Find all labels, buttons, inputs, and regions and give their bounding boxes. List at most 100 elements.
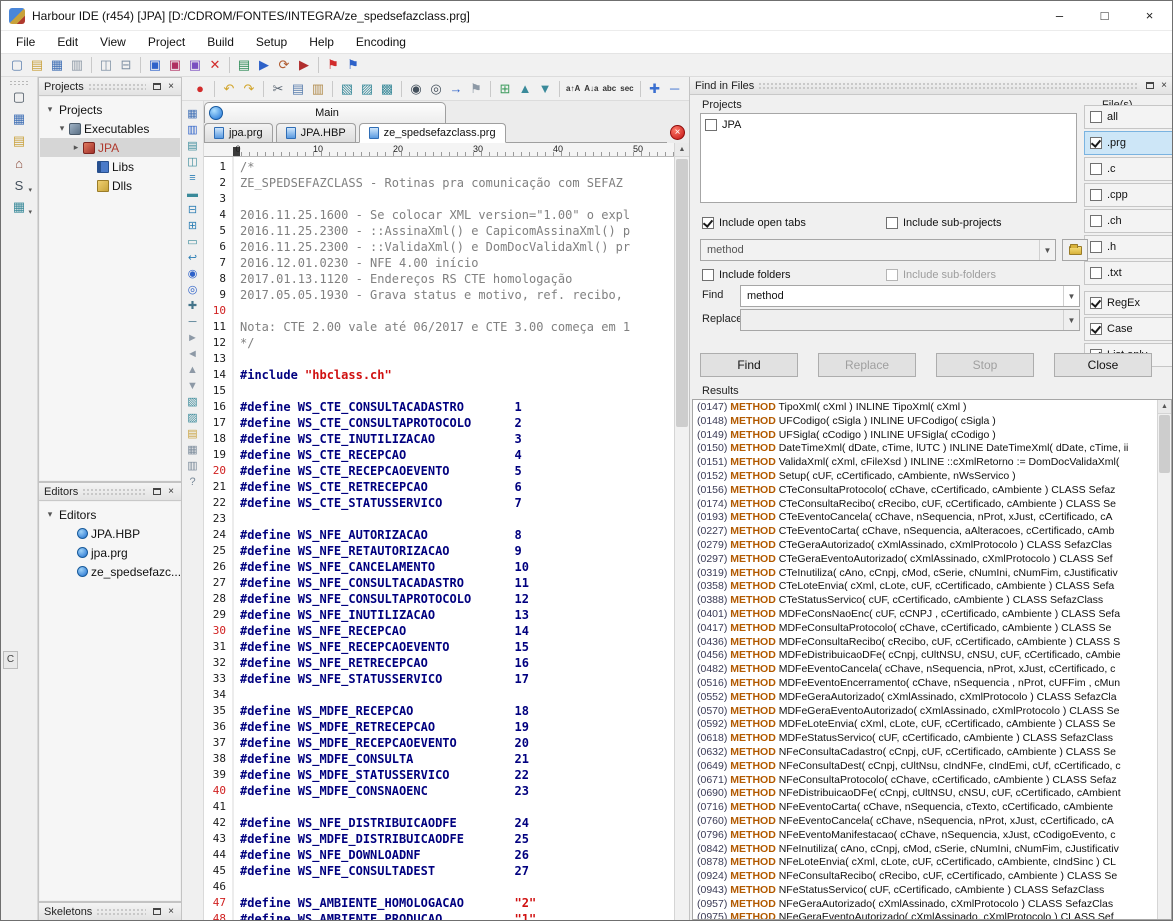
result-row[interactable]: (0632) METHOD NFeConsultaCadastro( cCnpj…: [693, 746, 1156, 760]
result-row[interactable]: (0957) METHOD NFeGeraAutorizado( cXmlAss…: [693, 898, 1156, 912]
undo-icon[interactable]: ↶: [220, 80, 238, 98]
line-number-gutter[interactable]: 1234567891011121314151617181920212223242…: [204, 157, 233, 920]
result-row[interactable]: (0878) METHOD NFeLoteEnvia( cXml, cLote,…: [693, 856, 1156, 870]
filter--c[interactable]: .c: [1084, 157, 1173, 181]
result-row[interactable]: (0690) METHOD NFeDistribuicaoDFe( cCnpj,…: [693, 787, 1156, 801]
editors-panel-header[interactable]: Editors ×: [39, 483, 181, 501]
stop-compile-icon[interactable]: ✕: [206, 56, 224, 74]
result-row[interactable]: (0618) METHOD MDFeStatusServico( cUF, cC…: [693, 732, 1156, 746]
result-row[interactable]: (0796) METHOD NFeEventoManifestacao( cCh…: [693, 829, 1156, 843]
filter-all[interactable]: all: [1084, 105, 1173, 129]
chevron-down-icon[interactable]: ▼: [1063, 286, 1079, 306]
filter--txt[interactable]: .txt: [1084, 261, 1173, 285]
build-project-icon[interactable]: ▤: [235, 56, 253, 74]
block-comment-icon[interactable]: ▨: [185, 410, 201, 425]
redo-icon[interactable]: ↷: [240, 80, 258, 98]
result-row[interactable]: (0193) METHOD CTeEventoCancela( cChave, …: [693, 511, 1156, 525]
save-all-icon[interactable]: ▦: [8, 109, 30, 129]
zoom-in-icon[interactable]: ✚: [646, 80, 664, 98]
tree-root-editors[interactable]: ▾Editors: [40, 505, 180, 524]
scroll-up-icon[interactable]: ▲: [1158, 400, 1171, 414]
flag-red-icon[interactable]: ⚑: [324, 56, 342, 74]
find-icon[interactable]: ◉: [407, 80, 425, 98]
result-row[interactable]: (0975) METHOD NFeGeraEventoAutorizado( c…: [693, 911, 1156, 919]
unfold-all-icon[interactable]: ⊞: [185, 218, 201, 233]
themes-menu-icon[interactable]: S▾: [8, 175, 30, 195]
expand-arrow-icon[interactable]: ▾: [44, 104, 56, 115]
close-tab-button[interactable]: ×: [670, 125, 685, 140]
close-panel-icon[interactable]: ×: [164, 485, 178, 499]
rebuild-project-icon[interactable]: ⟳: [275, 56, 293, 74]
skeletons-panel-header[interactable]: Skeletons ×: [39, 903, 181, 921]
scroll-up-icon[interactable]: ▲: [675, 143, 689, 157]
print-page-icon[interactable]: ▤: [185, 138, 201, 153]
checkbox[interactable]: [1090, 163, 1102, 175]
stream-select-icon[interactable]: ▧: [338, 80, 356, 98]
close-panel-icon[interactable]: ×: [164, 80, 178, 94]
result-row[interactable]: (0358) METHOD CTeLoteEnvia( cXml, cLote,…: [693, 580, 1156, 594]
collapsed-dock-tab[interactable]: C: [3, 651, 18, 669]
flag-blue-icon[interactable]: ⚑: [344, 56, 362, 74]
preprocess-icon[interactable]: ▣: [186, 56, 204, 74]
file-tab-ze-spedsefazclass-prg[interactable]: ze_spedsefazclass.prg: [359, 123, 506, 143]
float-panel-icon[interactable]: [150, 905, 164, 919]
menu-edit[interactable]: Edit: [46, 31, 89, 54]
move-up-icon[interactable]: ▲: [185, 362, 201, 377]
editor-scrollbar[interactable]: ▲: [674, 143, 689, 920]
chevron-down-icon[interactable]: ▼: [1039, 240, 1055, 260]
checkbox[interactable]: [702, 217, 714, 229]
file-tab-jpa-hbp[interactable]: JPA.HBP: [276, 123, 356, 142]
find-input[interactable]: method ▼: [740, 285, 1080, 307]
goto-line-icon[interactable]: →: [447, 80, 465, 98]
find-replace-icon[interactable]: ◎: [427, 80, 445, 98]
checkbox[interactable]: [1090, 267, 1102, 279]
results-scrollbar[interactable]: ▲: [1157, 400, 1171, 919]
scope-combobox[interactable]: method ▼: [700, 239, 1056, 261]
checkbox[interactable]: [702, 269, 714, 281]
checkbox[interactable]: [1090, 189, 1102, 201]
save-icon[interactable]: ▥: [185, 122, 201, 137]
find-button[interactable]: Find: [700, 353, 798, 377]
zoom-out-icon[interactable]: ─: [185, 314, 201, 329]
maximize-button[interactable]: □: [1082, 1, 1127, 31]
word-wrap-icon[interactable]: ↩: [185, 250, 201, 265]
help-icon[interactable]: ?: [185, 474, 201, 489]
result-row[interactable]: (0649) METHOD NFeConsultaDest( cCnpj, cU…: [693, 760, 1156, 774]
checkbox[interactable]: [705, 119, 717, 131]
shift-left-icon[interactable]: ◄: [185, 346, 201, 361]
checkbox[interactable]: [1090, 111, 1102, 123]
result-row[interactable]: (0671) METHOD NFeConsultaProtocolo( cCha…: [693, 774, 1156, 788]
copy-icon[interactable]: ▤: [289, 80, 307, 98]
include-sub-projects-option[interactable]: Include sub-projects: [886, 217, 1001, 229]
minimize-button[interactable]: –: [1037, 1, 1082, 31]
result-row[interactable]: (0943) METHOD NFeStatusServico( cUF, cCe…: [693, 884, 1156, 898]
views-menu-icon[interactable]: ▦▾: [8, 197, 30, 217]
record-macro-icon[interactable]: ●: [191, 80, 209, 98]
toolbar-grip[interactable]: [9, 80, 29, 85]
file-tab-jpa-prg[interactable]: jpa.prg: [204, 123, 273, 142]
menu-view[interactable]: View: [89, 31, 137, 54]
tree-group-executables[interactable]: ▾Executables: [40, 119, 180, 138]
mark-occurrences-icon[interactable]: ◉: [185, 266, 201, 281]
checkbox[interactable]: [1090, 323, 1102, 335]
scrollbar-thumb[interactable]: [1159, 415, 1170, 473]
result-row[interactable]: (0456) METHOD MDFeDistribuicaoDFe( cCnpj…: [693, 649, 1156, 663]
result-row[interactable]: (0156) METHOD CTeConsultaProtocolo( cCha…: [693, 484, 1156, 498]
filter-case[interactable]: Case: [1084, 317, 1173, 341]
tree-group-libs[interactable]: Libs: [40, 157, 180, 176]
result-row[interactable]: (0760) METHOD NFeEventoCancela( cChave, …: [693, 815, 1156, 829]
bookmark-icon[interactable]: ⚑: [467, 80, 485, 98]
rebuild-launch-icon[interactable]: ▶: [295, 56, 313, 74]
result-row[interactable]: (0319) METHOD CTeInutiliza( cAno, cCnpj,…: [693, 567, 1156, 581]
tree-root-projects[interactable]: ▾Projects: [40, 100, 180, 119]
toggle-comment-icon[interactable]: ▧: [185, 394, 201, 409]
results-list[interactable]: (0147) METHOD TipoXml( cXml ) INLINE Tip…: [692, 399, 1172, 920]
zoom-in-icon[interactable]: ✚: [185, 298, 201, 313]
float-panel-icon[interactable]: [150, 80, 164, 94]
result-row[interactable]: (0174) METHOD CTeConsultaRecibo( cRecibo…: [693, 498, 1156, 512]
checkbox[interactable]: [1090, 215, 1102, 227]
browse-folder-button[interactable]: [1062, 239, 1088, 261]
result-row[interactable]: (0388) METHOD CTeStatusServico( cUF, cCe…: [693, 594, 1156, 608]
result-row[interactable]: (0401) METHOD MDFeConsNaoEnc( cUF, cCNPJ…: [693, 608, 1156, 622]
snippets-icon[interactable]: ▤: [185, 426, 201, 441]
